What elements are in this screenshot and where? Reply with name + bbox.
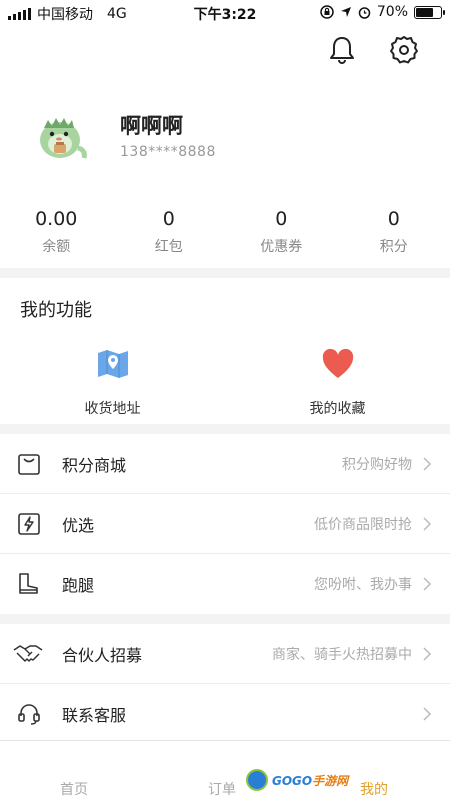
chevron-right-icon	[423, 577, 432, 591]
stat-balance[interactable]: 0.00 余额	[0, 208, 113, 256]
watermark-text: GOGO手游网	[272, 773, 349, 788]
stat-red-packet[interactable]: 0 红包	[113, 208, 226, 256]
stat-value: 0	[275, 208, 288, 230]
watermark-icon	[246, 769, 268, 791]
chevron-right-icon	[423, 516, 432, 531]
tab-mine[interactable]: 我的	[360, 779, 388, 799]
location-icon	[340, 7, 351, 17]
status-right: 70%	[320, 4, 445, 20]
list-item-label: 合伙人招募	[62, 645, 143, 665]
phone-number: 138****8888	[120, 144, 216, 160]
address-label: 收货地址	[84, 401, 141, 417]
stat-label: 余额	[42, 239, 71, 255]
tab-home[interactable]: 首页	[60, 779, 88, 799]
list-item-label: 积分商城	[62, 455, 127, 475]
list-item-points-mall[interactable]: 积分商城 积分购好物	[0, 434, 450, 494]
stats-row: 0.00 余额 0 红包 0 优惠券 0 积分	[0, 208, 450, 256]
stat-value: 0	[387, 208, 400, 230]
handshake-icon	[13, 644, 43, 662]
chevron-right-icon	[423, 456, 432, 471]
avatar-dinosaur-icon[interactable]	[30, 106, 92, 168]
username: 啊啊啊	[120, 114, 183, 138]
chevron-right-icon	[423, 646, 432, 661]
list-item-hint: 您吩咐、我办事	[314, 577, 412, 593]
stat-points[interactable]: 0 积分	[338, 208, 450, 256]
list-item-hint: 商家、骑手火热招募中	[272, 646, 412, 663]
headset-icon	[18, 703, 40, 725]
watermark-logo: GOGO手游网	[246, 768, 362, 792]
battery-icon	[414, 5, 445, 19]
tab-orders[interactable]: 订单	[208, 779, 236, 799]
status-bar: 中国移动 4G 下午3:22 70%	[0, 0, 450, 26]
battery-fill	[416, 7, 433, 17]
stat-value: 0.00	[35, 208, 78, 230]
tab-bar: 首页 订单 我的	[0, 740, 450, 800]
stat-value: 0	[162, 208, 175, 230]
shopping-bag-icon	[18, 453, 40, 475]
bell-icon[interactable]	[326, 34, 358, 66]
map-pin-icon	[97, 350, 128, 378]
favorites-label: 我的收藏	[309, 401, 366, 417]
section-divider	[0, 614, 450, 624]
boot-icon	[19, 573, 38, 594]
battery-label: 70%	[376, 4, 408, 20]
list-item-partner-recruit[interactable]: 合伙人招募 商家、骑手火热招募中	[0, 624, 450, 684]
lightning-icon	[18, 512, 40, 535]
section-divider	[0, 268, 450, 278]
list-item-hint: 低价商品限时抢	[314, 516, 412, 533]
lock-rotation-icon	[320, 5, 334, 19]
gear-icon[interactable]	[388, 34, 420, 66]
chevron-right-icon	[423, 706, 432, 721]
address-function[interactable]: 收货地址	[0, 346, 225, 418]
list-item-label: 跑腿	[62, 576, 95, 595]
stat-label: 红包	[154, 239, 183, 255]
list-item-selection[interactable]: 优选 低价商品限时抢	[0, 494, 450, 554]
stat-label: 优惠券	[260, 239, 303, 255]
stat-label: 积分	[379, 239, 408, 255]
section-divider	[0, 424, 450, 434]
list-item-customer-service[interactable]: 联系客服	[0, 684, 450, 744]
heart-icon	[322, 348, 353, 378]
stat-coupon[interactable]: 0 优惠券	[225, 208, 338, 256]
list-item-label: 联系客服	[62, 705, 127, 725]
list-item-errand[interactable]: 跑腿 您吩咐、我办事	[0, 554, 450, 614]
alarm-icon	[358, 6, 371, 19]
list-item-label: 优选	[62, 515, 95, 535]
section-title: 我的功能	[20, 300, 92, 321]
list-item-hint: 积分购好物	[342, 456, 412, 473]
favorites-function[interactable]: 我的收藏	[225, 346, 450, 418]
